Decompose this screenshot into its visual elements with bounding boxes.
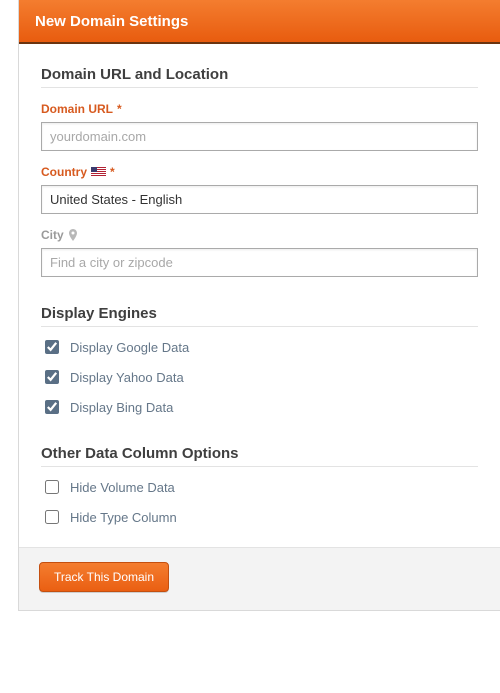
- checkbox-google-label: Display Google Data: [70, 340, 189, 355]
- panel-header: New Domain Settings: [19, 0, 500, 44]
- section-title-other: Other Data Column Options: [41, 445, 478, 467]
- track-domain-button[interactable]: Track This Domain: [39, 562, 169, 592]
- checkbox-google-input[interactable]: [45, 340, 59, 354]
- section-title-url: Domain URL and Location: [41, 66, 478, 88]
- domain-url-label-text: Domain URL: [41, 102, 113, 116]
- country-label-text: Country: [41, 165, 87, 179]
- checkbox-yahoo-input[interactable]: [45, 370, 59, 384]
- section-title-engines: Display Engines: [41, 305, 478, 327]
- domain-url-label: Domain URL *: [41, 102, 478, 116]
- checkbox-yahoo-label: Display Yahoo Data: [70, 370, 184, 385]
- flag-us-icon: [91, 167, 106, 177]
- domain-url-input[interactable]: [41, 122, 478, 151]
- checkbox-bing[interactable]: Display Bing Data: [41, 397, 478, 417]
- checkbox-hide-type[interactable]: Hide Type Column: [41, 507, 478, 527]
- country-input[interactable]: [41, 185, 478, 214]
- panel-title: New Domain Settings: [35, 13, 188, 30]
- panel-body: Domain URL and Location Domain URL * Coun…: [19, 44, 500, 547]
- panel-footer: Track This Domain: [19, 547, 500, 610]
- checkbox-google[interactable]: Display Google Data: [41, 337, 478, 357]
- checkbox-hide-volume[interactable]: Hide Volume Data: [41, 477, 478, 497]
- required-mark: *: [117, 102, 122, 116]
- checkbox-yahoo[interactable]: Display Yahoo Data: [41, 367, 478, 387]
- country-label: Country *: [41, 165, 478, 179]
- city-label: City: [41, 228, 478, 242]
- city-input[interactable]: [41, 248, 478, 277]
- checkbox-bing-input[interactable]: [45, 400, 59, 414]
- city-label-text: City: [41, 228, 64, 242]
- checkbox-bing-label: Display Bing Data: [70, 400, 173, 415]
- checkbox-hide-volume-label: Hide Volume Data: [70, 480, 175, 495]
- settings-panel: New Domain Settings Domain URL and Locat…: [18, 0, 500, 611]
- required-mark: *: [110, 165, 115, 179]
- map-pin-icon: [68, 229, 78, 241]
- checkbox-hide-volume-input[interactable]: [45, 480, 59, 494]
- checkbox-hide-type-label: Hide Type Column: [70, 510, 177, 525]
- checkbox-hide-type-input[interactable]: [45, 510, 59, 524]
